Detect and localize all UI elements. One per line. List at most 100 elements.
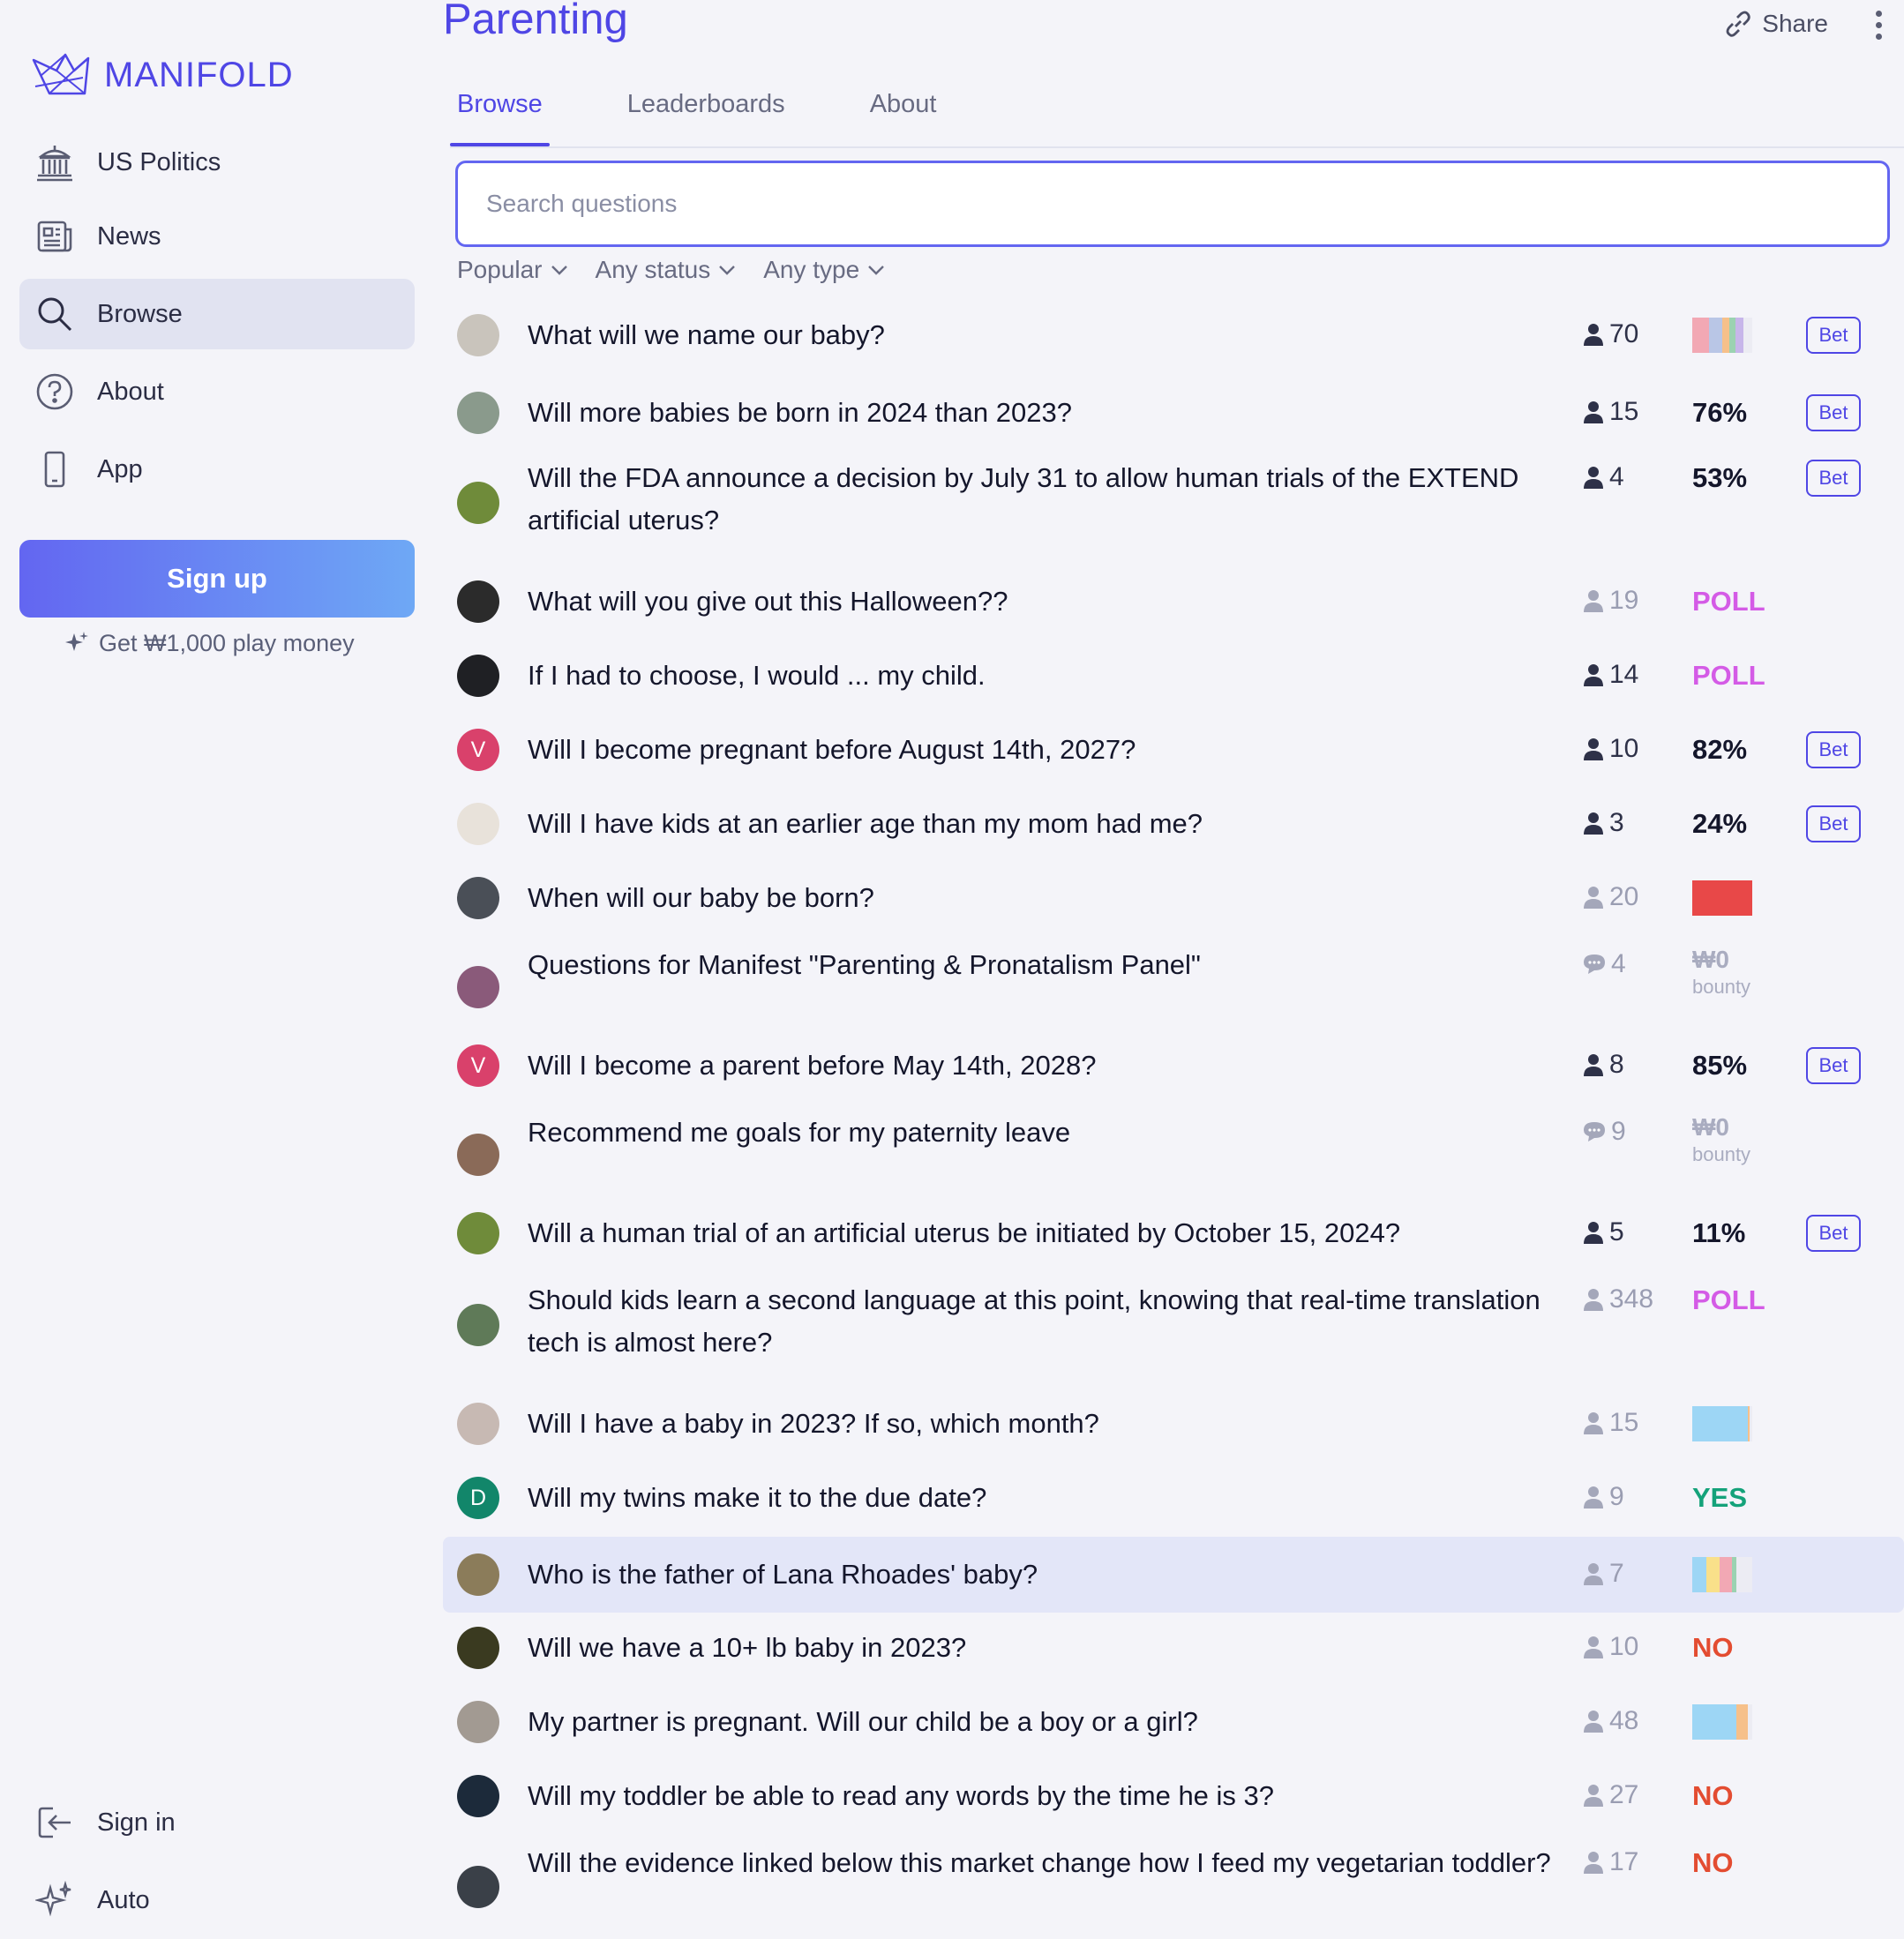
tab-leaderboards[interactable]: Leaderboards bbox=[620, 85, 792, 146]
bet-button[interactable]: Bet bbox=[1806, 1047, 1861, 1084]
bet-button[interactable]: Bet bbox=[1806, 317, 1861, 354]
status-dropdown[interactable]: Any status bbox=[596, 256, 738, 284]
bet-button[interactable]: Bet bbox=[1806, 731, 1861, 768]
chevron-down-icon bbox=[719, 266, 736, 275]
question-title[interactable]: If I had to choose, I would ... my child… bbox=[528, 655, 1573, 697]
capitol-icon bbox=[34, 141, 76, 183]
creator-avatar[interactable] bbox=[457, 655, 499, 697]
search-input[interactable] bbox=[455, 161, 1890, 247]
question-row[interactable]: My partner is pregnant. Will our child b… bbox=[443, 1690, 1904, 1754]
question-row[interactable]: What will we name our baby? 70 Bet bbox=[443, 302, 1904, 369]
creator-avatar[interactable] bbox=[457, 1866, 499, 1908]
bounty-value: ₩0 bbox=[1692, 1113, 1729, 1141]
question-row[interactable]: Will I have kids at an earlier age than … bbox=[443, 792, 1904, 856]
creator-avatar[interactable] bbox=[457, 1553, 499, 1596]
bet-button[interactable]: Bet bbox=[1806, 460, 1861, 497]
multi-choice-probability-bar bbox=[1692, 1557, 1752, 1592]
bet-button[interactable]: Bet bbox=[1806, 394, 1861, 431]
creator-avatar[interactable] bbox=[457, 1775, 499, 1817]
answer-segment bbox=[1692, 1406, 1748, 1441]
creator-avatar[interactable]: D bbox=[457, 1477, 499, 1519]
tab-bar: Browse Leaderboards About bbox=[450, 85, 1014, 146]
creator-avatar[interactable] bbox=[457, 877, 499, 919]
creator-avatar[interactable] bbox=[457, 803, 499, 845]
creator-avatar[interactable] bbox=[457, 1403, 499, 1445]
question-title[interactable]: Will the FDA announce a decision by July… bbox=[528, 457, 1573, 542]
sidebar-item-browse[interactable]: Browse bbox=[19, 279, 415, 349]
question-row[interactable]: Will I have a baby in 2023? If so, which… bbox=[443, 1392, 1904, 1456]
creator-avatar[interactable] bbox=[457, 392, 499, 434]
creator-avatar[interactable] bbox=[457, 314, 499, 356]
question-row[interactable]: Will the FDA announce a decision by July… bbox=[443, 453, 1904, 552]
creator-avatar[interactable]: V bbox=[457, 1044, 499, 1087]
question-title[interactable]: Questions for Manifest "Parenting & Pron… bbox=[528, 944, 1573, 986]
type-dropdown[interactable]: Any type bbox=[763, 256, 886, 284]
creator-avatar[interactable] bbox=[457, 966, 499, 1008]
sidebar-item-sign-in[interactable]: Sign in bbox=[19, 1787, 415, 1858]
creator-avatar[interactable] bbox=[457, 580, 499, 623]
sidebar-item-app[interactable]: App bbox=[19, 434, 415, 505]
tab-browse[interactable]: Browse bbox=[450, 85, 550, 146]
question-title[interactable]: Will my twins make it to the due date? bbox=[528, 1477, 1573, 1519]
creator-avatar[interactable] bbox=[457, 1212, 499, 1254]
question-row[interactable]: Should kids learn a second language at t… bbox=[443, 1276, 1904, 1374]
question-title[interactable]: Will I have kids at an earlier age than … bbox=[528, 803, 1573, 845]
question-title[interactable]: Should kids learn a second language at t… bbox=[528, 1279, 1573, 1364]
question-title[interactable]: Will I become pregnant before August 14t… bbox=[528, 729, 1573, 771]
creator-avatar[interactable] bbox=[457, 1701, 499, 1743]
sidebar-item-news[interactable]: News bbox=[19, 201, 415, 272]
traders-icon bbox=[1584, 1289, 1603, 1311]
creator-avatar[interactable] bbox=[457, 482, 499, 524]
question-title[interactable]: Will I have a baby in 2023? If so, which… bbox=[528, 1403, 1573, 1445]
sidebar-item-label: US Politics bbox=[97, 147, 221, 176]
question-row[interactable]: Will the evidence linked below this mark… bbox=[443, 1838, 1904, 1935]
creator-avatar[interactable] bbox=[457, 1304, 499, 1346]
question-title[interactable]: Who is the father of Lana Rhoades' baby? bbox=[528, 1553, 1573, 1596]
question-title[interactable]: My partner is pregnant. Will our child b… bbox=[528, 1701, 1573, 1743]
more-options-icon[interactable] bbox=[1874, 11, 1883, 46]
sidebar-item-auto[interactable]: Auto bbox=[19, 1865, 415, 1935]
question-title[interactable]: Will my toddler be able to read any word… bbox=[528, 1775, 1573, 1817]
question-title[interactable]: Will a human trial of an artificial uter… bbox=[528, 1212, 1573, 1254]
question-title[interactable]: When will our baby be born? bbox=[528, 877, 1573, 919]
question-row[interactable]: Who is the father of Lana Rhoades' baby?… bbox=[443, 1537, 1904, 1613]
traders-icon bbox=[1584, 1711, 1603, 1733]
question-row[interactable]: Will more babies be born in 2024 than 20… bbox=[443, 381, 1904, 445]
question-row[interactable]: What will you give out this Halloween?? 1… bbox=[443, 570, 1904, 633]
traders-icon bbox=[1584, 324, 1603, 346]
tab-about[interactable]: About bbox=[863, 85, 944, 146]
bet-button[interactable]: Bet bbox=[1806, 1215, 1861, 1252]
trader-count: 10 bbox=[1583, 734, 1638, 764]
question-title[interactable]: Will we have a 10+ lb baby in 2023? bbox=[528, 1627, 1573, 1669]
question-title[interactable]: Will the evidence linked below this mark… bbox=[528, 1842, 1573, 1884]
sign-up-button[interactable]: Sign up bbox=[19, 540, 415, 618]
creator-avatar[interactable] bbox=[457, 1627, 499, 1669]
sidebar-item-us-politics[interactable]: US Politics bbox=[19, 127, 415, 198]
share-button[interactable]: Share bbox=[1723, 9, 1828, 39]
question-row[interactable]: Will my toddler be able to read any word… bbox=[443, 1764, 1904, 1828]
question-row[interactable]: V Will I become pregnant before August 14… bbox=[443, 718, 1904, 782]
question-title[interactable]: Will I become a parent before May 14th, … bbox=[528, 1044, 1573, 1087]
question-row[interactable]: D Will my twins make it to the due date? 9… bbox=[443, 1466, 1904, 1530]
question-row[interactable]: Will a human trial of an artificial uter… bbox=[443, 1202, 1904, 1265]
question-row[interactable]: Recommend me goals for my paternity leav… bbox=[443, 1108, 1904, 1202]
question-title[interactable]: What will you give out this Halloween?? bbox=[528, 580, 1573, 623]
question-title[interactable]: Recommend me goals for my paternity leav… bbox=[528, 1112, 1573, 1154]
question-row[interactable]: Will we have a 10+ lb baby in 2023? 10 NO bbox=[443, 1616, 1904, 1680]
question-row[interactable]: Questions for Manifest "Parenting & Pron… bbox=[443, 940, 1904, 1034]
question-row[interactable]: When will our baby be born? 20 bbox=[443, 866, 1904, 930]
creator-avatar[interactable]: V bbox=[457, 729, 499, 771]
sidebar-item-about[interactable]: About bbox=[19, 356, 415, 427]
manifold-logo[interactable]: MANIFOLD bbox=[30, 51, 294, 99]
question-row[interactable]: If I had to choose, I would ... my child… bbox=[443, 644, 1904, 707]
question-title[interactable]: What will we name our baby? bbox=[528, 314, 1573, 356]
bet-button[interactable]: Bet bbox=[1806, 805, 1861, 842]
question-circle-icon bbox=[34, 371, 76, 413]
traders-icon bbox=[1584, 1852, 1603, 1874]
question-row[interactable]: V Will I become a parent before May 14th,… bbox=[443, 1034, 1904, 1097]
link-icon bbox=[1726, 11, 1750, 37]
question-title[interactable]: Will more babies be born in 2024 than 20… bbox=[528, 392, 1573, 434]
newspaper-icon bbox=[34, 215, 76, 258]
sort-dropdown[interactable]: Popular bbox=[457, 256, 569, 284]
creator-avatar[interactable] bbox=[457, 1134, 499, 1176]
